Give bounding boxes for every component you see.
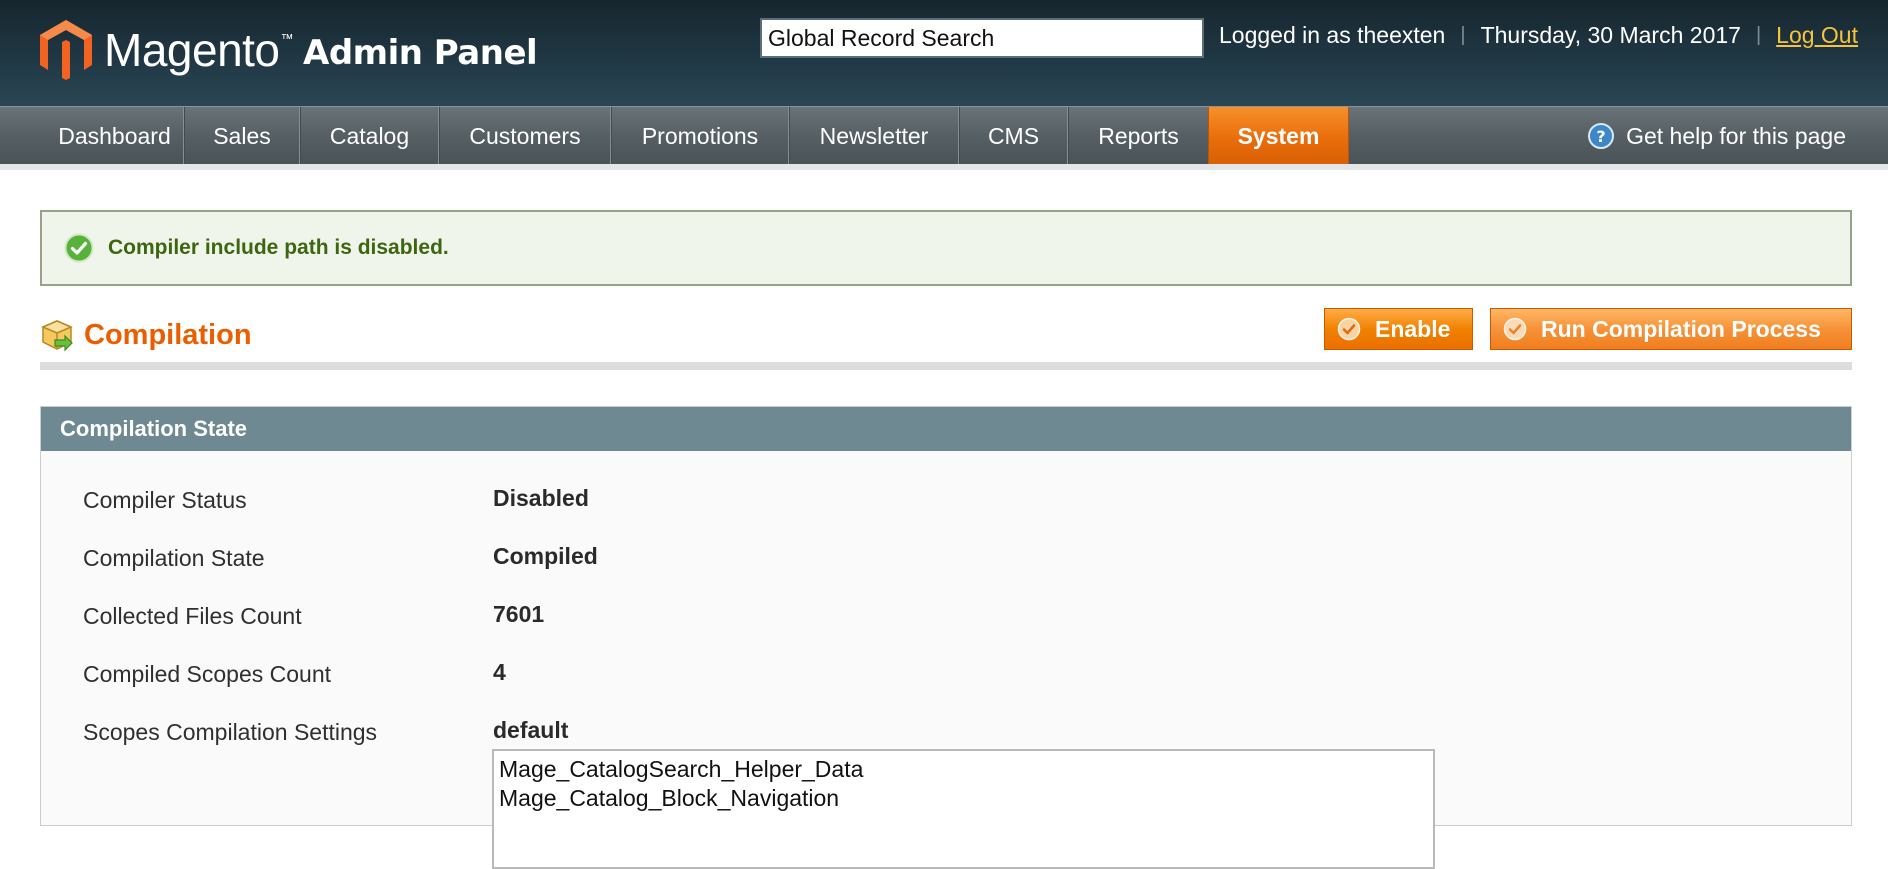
nav-item-dashboard[interactable]: Dashboard	[46, 107, 184, 165]
separator: |	[1460, 24, 1466, 46]
header: Magento™ Admin Panel Logged in as theexte…	[0, 0, 1888, 106]
main-nav: Dashboard Sales Catalog Customers Promot…	[0, 106, 1888, 165]
enable-button-label: Enable	[1375, 315, 1451, 342]
nav-item-cms[interactable]: CMS	[959, 107, 1068, 165]
scopes-list-box[interactable]: Mage_CatalogSearch_Helper_Data Mage_Cata…	[492, 749, 1435, 869]
success-message: Compiler include path is disabled.	[40, 210, 1852, 286]
nav-item-newsletter[interactable]: Newsletter	[789, 107, 959, 165]
success-message-text: Compiler include path is disabled.	[108, 236, 449, 259]
field-label: Compilation State	[83, 545, 265, 571]
enable-button[interactable]: Enable	[1324, 308, 1473, 350]
field-label: Collected Files Count	[83, 603, 302, 629]
magento-logo-icon	[40, 20, 92, 80]
section-title: Compilation State	[41, 407, 1851, 451]
page-head-divider	[40, 362, 1852, 370]
nav-item-customers[interactable]: Customers	[439, 107, 611, 165]
logo-suffix: Admin Panel	[303, 33, 538, 73]
list-item: Mage_Catalog_Block_Navigation	[499, 785, 840, 811]
logged-in-text: Logged in as theexten	[1219, 22, 1446, 48]
success-check-icon	[64, 233, 94, 263]
separator: |	[1755, 24, 1762, 46]
compilation-box-icon	[41, 320, 73, 352]
user-area: Logged in as theexten | Thursday, 30 Mar…	[1219, 22, 1858, 49]
check-circle-icon	[1337, 317, 1361, 341]
field-label: Scopes Compilation Settings	[83, 719, 378, 745]
field-value: 7601	[493, 601, 545, 627]
help-link[interactable]: ? Get help for this page	[1588, 107, 1846, 165]
nav-list: Dashboard Sales Catalog Customers Promot…	[46, 107, 1349, 165]
logo[interactable]: Magento™ Admin Panel	[38, 18, 538, 82]
logo-text: Magento™ Admin Panel	[104, 23, 538, 77]
logo-trademark: ™	[280, 31, 294, 46]
current-date: Thursday, 30 March 2017	[1480, 22, 1741, 48]
field-value: Compiled	[493, 543, 598, 569]
title-wrap: Compilation	[40, 314, 252, 356]
field-value: 4	[493, 659, 506, 685]
global-search-input[interactable]	[760, 18, 1204, 58]
logo-brand: Magento	[104, 24, 280, 76]
field-label: Compiler Status	[83, 487, 247, 513]
help-label: Get help for this page	[1626, 122, 1846, 149]
list-item: Mage_CatalogSearch_Helper_Data	[499, 756, 864, 782]
nav-item-sales[interactable]: Sales	[184, 107, 300, 165]
field-value: default	[493, 717, 569, 743]
nav-underline	[0, 164, 1888, 170]
nav-item-catalog[interactable]: Catalog	[300, 107, 439, 165]
logout-link[interactable]: Log Out	[1776, 22, 1858, 49]
help-question-icon: ?	[1588, 123, 1615, 149]
svg-text:?: ?	[1596, 127, 1605, 146]
run-compilation-button-label: Run Compilation Process	[1541, 315, 1821, 342]
nav-item-reports[interactable]: Reports	[1068, 107, 1208, 165]
check-circle-icon	[1503, 317, 1527, 341]
nav-item-system[interactable]: System	[1208, 107, 1349, 165]
field-value: Disabled	[493, 485, 589, 511]
run-compilation-button[interactable]: Run Compilation Process	[1490, 308, 1852, 350]
nav-item-promotions[interactable]: Promotions	[611, 107, 789, 165]
compilation-state-section: Compilation State Compiler Status Disabl…	[40, 406, 1852, 869]
page-title: Compilation	[84, 318, 252, 351]
field-label: Compiled Scopes Count	[83, 661, 332, 687]
